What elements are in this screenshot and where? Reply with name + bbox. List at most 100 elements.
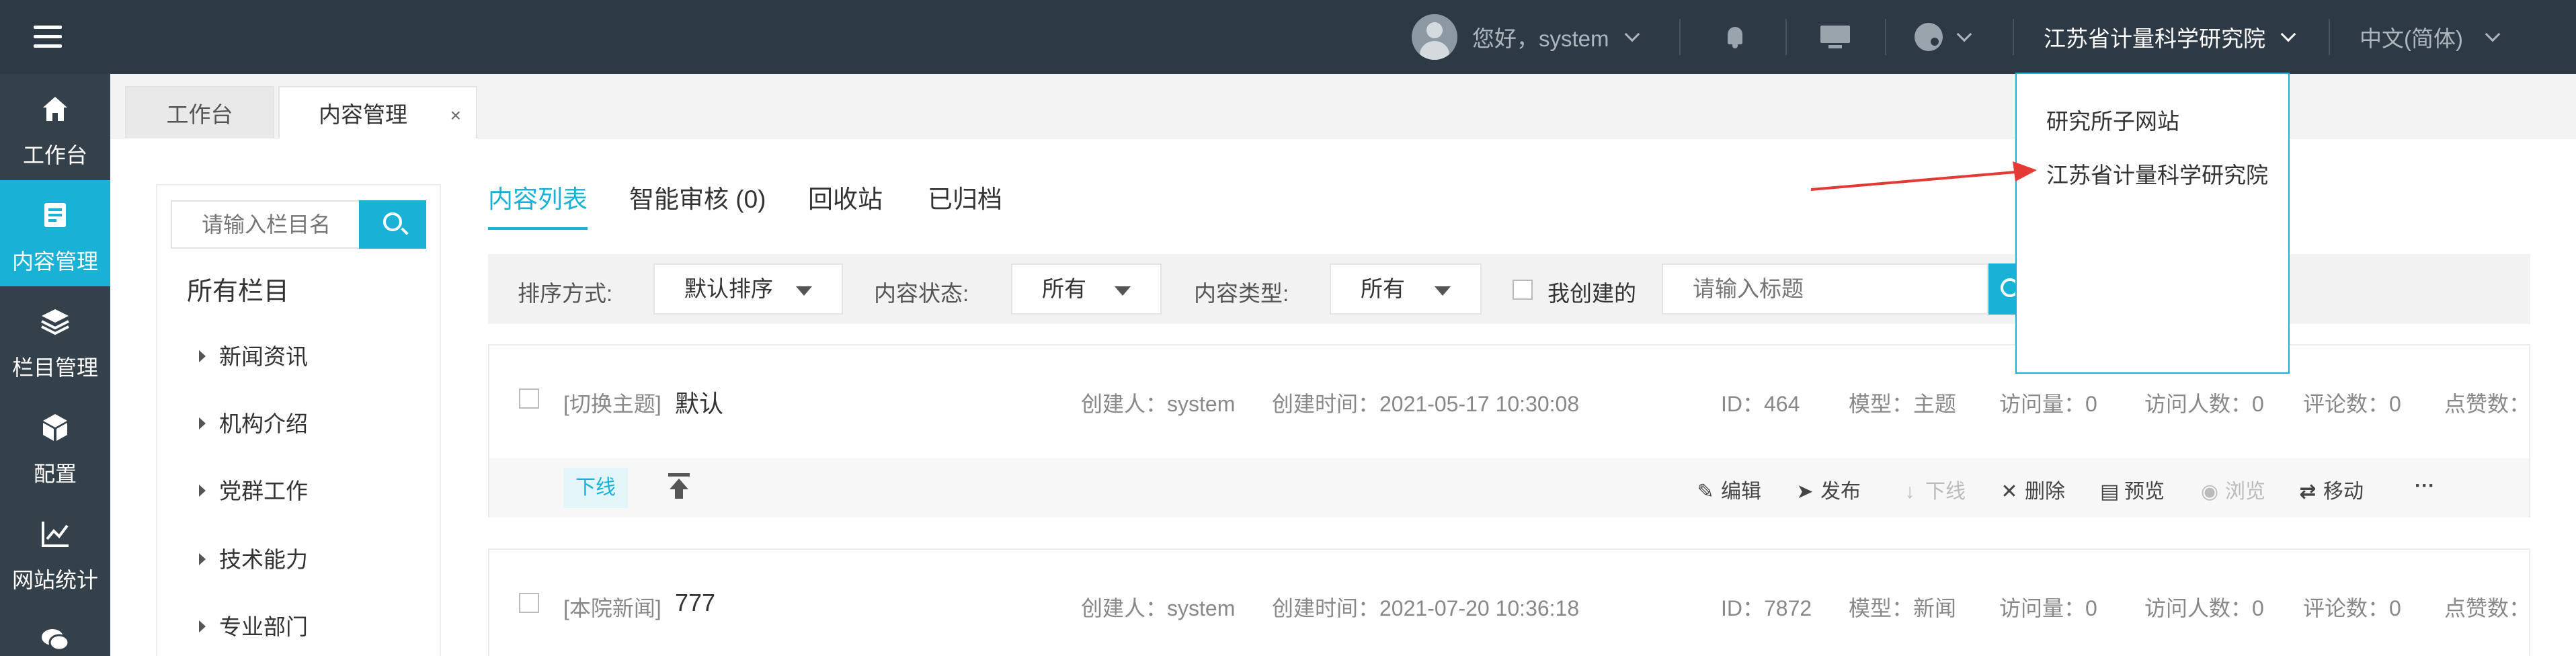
content-id: ID：464: [1721, 392, 1800, 416]
tree-node[interactable]: 专业部门: [199, 609, 308, 641]
menu-toggle-icon[interactable]: [34, 26, 62, 48]
language-label: 中文(简体): [2360, 26, 2463, 51]
tab-content-list[interactable]: 内容列表: [488, 179, 588, 230]
preview-button[interactable]: ▤ 预览: [2100, 475, 2165, 504]
sort-select[interactable]: 默认排序: [653, 263, 843, 315]
status-select[interactable]: 所有: [1011, 263, 1162, 315]
action-label: 移动: [2323, 481, 2364, 503]
sidebar-item-comments[interactable]: [0, 605, 110, 656]
pin-top-icon[interactable]: [668, 473, 690, 500]
monitor-icon: [1820, 26, 1850, 48]
chevron-down-icon: [2280, 26, 2296, 42]
action-label: 浏览: [2225, 481, 2265, 503]
divider: [2329, 19, 2330, 55]
screen-button[interactable]: [1820, 0, 1850, 74]
tree-node[interactable]: 新闻资讯: [199, 339, 308, 371]
line-chart-icon: [42, 522, 69, 547]
content-likes: 点赞数：0: [2444, 596, 2524, 620]
notifications-button[interactable]: [1725, 0, 1745, 74]
action-label: 删除: [2025, 481, 2065, 503]
offline-button[interactable]: ↓ 下线: [1901, 475, 1966, 504]
column-search-input[interactable]: [171, 200, 359, 249]
divider: [1785, 19, 1787, 55]
content-likes: 点赞数：0: [2444, 392, 2524, 416]
created-by-me-label: 我创建的: [1547, 281, 1636, 306]
sidebar: 工作台 内容管理 栏目管理 配置 网站统计: [0, 74, 110, 656]
tree-root[interactable]: 所有栏目: [187, 270, 289, 307]
chevron-down-icon: [2485, 26, 2501, 42]
sidebar-item-workbench[interactable]: 工作台: [0, 74, 110, 180]
language-switcher[interactable]: 中文(简体): [2360, 0, 2501, 74]
caret-down-icon: [1435, 286, 1451, 296]
type-select-value: 所有: [1361, 276, 1405, 301]
caret-down-icon: [796, 286, 812, 296]
tree-node-label: 新闻资讯: [219, 344, 308, 369]
content-id: ID：7872: [1721, 596, 1812, 620]
content-creator: 创建人：system: [1081, 392, 1236, 416]
action-label: 下线: [1925, 481, 1966, 503]
sidebar-item-label: 配置: [33, 462, 77, 486]
action-label: 发布: [1820, 481, 1861, 503]
delete-button[interactable]: ✕ 删除: [2001, 475, 2065, 504]
tree-node[interactable]: 机构介绍: [199, 406, 308, 438]
tab-workbench[interactable]: 工作台: [125, 86, 274, 138]
content-category: [切换主题]: [563, 392, 661, 416]
sidebar-item-content[interactable]: 内容管理: [0, 180, 110, 286]
publish-button[interactable]: ➤ 发布: [1796, 475, 1861, 504]
sidebar-item-label: 内容管理: [11, 249, 98, 274]
tab-smart-review[interactable]: 智能审核 (0): [629, 179, 766, 227]
tree-node-label: 党群工作: [219, 479, 308, 503]
theme-button[interactable]: [1915, 0, 1972, 74]
caret-right-icon: [199, 485, 206, 497]
top-bar: 您好，system 江苏省计量科学研究院 中文(简体): [0, 0, 2576, 74]
title-search-input[interactable]: [1662, 263, 1988, 315]
column-search-button[interactable]: [359, 200, 426, 249]
chevron-down-icon: [1956, 26, 1972, 42]
user-menu[interactable]: 您好，system: [1412, 0, 1640, 74]
action-label: 预览: [2124, 481, 2165, 503]
content-model: 模型：主题: [1849, 392, 1957, 416]
row-checkbox[interactable]: [519, 593, 539, 613]
created-by-me-checkbox[interactable]: [1513, 280, 1533, 300]
tab-archived[interactable]: 已归档: [928, 179, 1002, 227]
eye-icon: ◉: [2201, 481, 2219, 503]
sidebar-item-config[interactable]: 配置: [0, 393, 110, 499]
arrow-down-icon: ↓: [1904, 481, 1915, 503]
caret-right-icon: [199, 417, 206, 429]
site-dropdown-menu: 研究所子网站 江苏省计量科学研究院: [2015, 73, 2290, 374]
site-switcher[interactable]: 江苏省计量科学研究院: [2044, 0, 2296, 74]
content-creator: 创建人：system: [1081, 596, 1236, 620]
caret-down-icon: [1115, 286, 1131, 296]
dropdown-item-subsite[interactable]: 研究所子网站: [2046, 104, 2179, 136]
close-icon: ✕: [2001, 481, 2018, 503]
close-icon[interactable]: ×: [450, 105, 461, 126]
sidebar-item-columns[interactable]: 栏目管理: [0, 286, 110, 393]
browse-button[interactable]: ◉ 浏览: [2201, 475, 2265, 504]
sidebar-item-stats[interactable]: 网站统计: [0, 499, 110, 605]
search-icon: [383, 212, 402, 231]
layers-icon: [41, 309, 69, 335]
row-checkbox[interactable]: [519, 388, 539, 409]
type-label: 内容类型:: [1194, 281, 1289, 306]
tree-node[interactable]: 党群工作: [199, 473, 308, 505]
tree-node[interactable]: 技术能力: [199, 542, 308, 574]
tree-node-label: 技术能力: [219, 547, 308, 572]
content-visits: 访问量：0: [1999, 392, 2097, 416]
content-category: [本院新闻]: [563, 596, 661, 620]
content-title[interactable]: 默认: [675, 384, 723, 419]
content-title[interactable]: 777: [675, 589, 715, 617]
site-switcher-label: 江苏省计量科学研究院: [2044, 26, 2265, 51]
tab-content-management[interactable]: 内容管理 ×: [278, 86, 477, 138]
move-button[interactable]: ⇄ 移动: [2299, 475, 2364, 504]
cube-icon: [43, 414, 67, 441]
divider: [2013, 19, 2014, 55]
type-select[interactable]: 所有: [1330, 263, 1482, 315]
more-button[interactable]: ···: [2415, 475, 2435, 497]
tab-recycle-bin[interactable]: 回收站: [808, 179, 883, 227]
divider: [1679, 19, 1681, 55]
content-visitors: 访问人数：0: [2144, 596, 2264, 620]
edit-button[interactable]: ✎ 编辑: [1697, 475, 1761, 504]
tree-node-label: 专业部门: [219, 614, 308, 639]
sidebar-item-label: 栏目管理: [11, 356, 98, 380]
dropdown-item-jsim[interactable]: 江苏省计量科学研究院: [2046, 157, 2268, 190]
